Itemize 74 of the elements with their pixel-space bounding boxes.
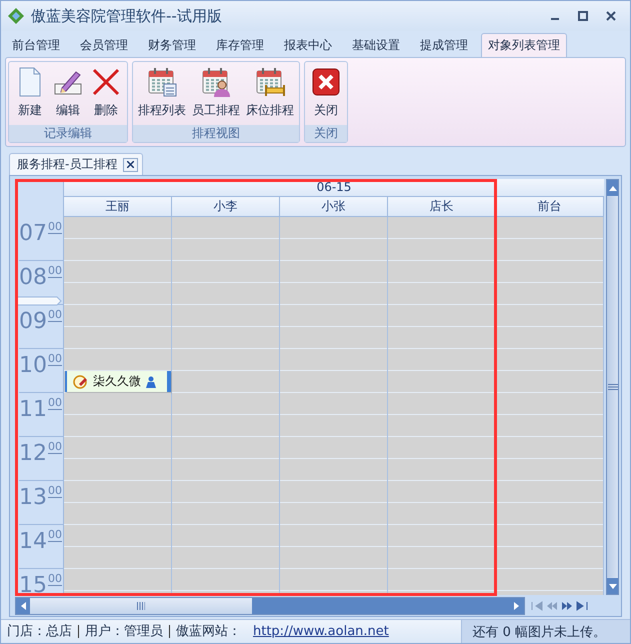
document-tab[interactable]: 服务排程-员工排程 bbox=[9, 153, 144, 175]
calendar-bed-icon bbox=[254, 66, 286, 98]
menu-tab[interactable]: 会员管理 bbox=[73, 33, 135, 57]
menu-tab[interactable]: 提成管理 bbox=[413, 33, 475, 57]
column-header: 店长 bbox=[388, 197, 496, 217]
minute-label: 00 bbox=[48, 309, 62, 322]
grip-icon bbox=[608, 384, 618, 390]
document-tab-label: 服务排程-员工排程 bbox=[17, 156, 118, 173]
ribbon-button[interactable]: 排程列表 bbox=[135, 62, 189, 125]
hour-label: 14 bbox=[19, 529, 47, 555]
minute-label: 00 bbox=[48, 221, 62, 234]
menu-tab[interactable]: 对象列表管理 bbox=[481, 33, 567, 57]
hour-label: 15 bbox=[19, 573, 47, 595]
hour-label: 07 bbox=[19, 221, 47, 247]
ribbon-button[interactable]: 员工排程 bbox=[189, 62, 243, 125]
column-header: 王丽 bbox=[64, 197, 172, 217]
upload-notice: 还有 0 幅图片未上传。 bbox=[472, 624, 606, 640]
app-logo-icon bbox=[7, 7, 25, 25]
down-arrow-icon bbox=[608, 584, 616, 588]
column-header: 前台 bbox=[496, 197, 604, 217]
note-icon bbox=[73, 374, 89, 390]
minute-label: 00 bbox=[48, 397, 62, 410]
menu-tab[interactable]: 前台管理 bbox=[5, 33, 67, 57]
close-icon bbox=[606, 11, 616, 21]
previous-page-icon[interactable] bbox=[546, 601, 558, 611]
appointment-label: 柒久久微 bbox=[93, 373, 141, 390]
tab-close-button[interactable] bbox=[123, 158, 138, 172]
menu-tab[interactable]: 报表中心 bbox=[277, 33, 339, 57]
column-header: 小李 bbox=[172, 197, 280, 217]
group-title: 记录编辑 bbox=[9, 125, 127, 142]
minute-label: 00 bbox=[48, 529, 62, 542]
group-title: 排程视图 bbox=[133, 125, 299, 142]
calendar-person-icon bbox=[200, 66, 232, 98]
vertical-scrollbar[interactable] bbox=[606, 179, 619, 595]
appointment[interactable]: 柒久久微 bbox=[65, 371, 171, 392]
next-page-icon[interactable] bbox=[561, 601, 573, 611]
delete-icon bbox=[90, 66, 122, 98]
status-text: 用户：管理员 bbox=[78, 625, 169, 638]
ribbon-button[interactable]: 新建 bbox=[11, 62, 49, 125]
horizontal-scrollbar[interactable] bbox=[15, 597, 525, 615]
close-icon bbox=[127, 161, 134, 168]
first-page-icon[interactable] bbox=[531, 601, 543, 611]
minimize-icon bbox=[551, 18, 559, 20]
grip-icon bbox=[137, 602, 145, 610]
minute-label: 00 bbox=[48, 485, 62, 498]
person-icon bbox=[145, 376, 157, 388]
hour-label: 12 bbox=[19, 441, 47, 467]
menu-tab[interactable]: 财务管理 bbox=[141, 33, 203, 57]
column-header: 小张 bbox=[280, 197, 388, 217]
minute-label: 00 bbox=[48, 353, 62, 366]
menu-tab[interactable]: 基础设置 bbox=[345, 33, 407, 57]
hour-label: 08 bbox=[19, 265, 47, 291]
hour-label: 09 bbox=[19, 309, 47, 335]
ribbon-button[interactable]: 删除 bbox=[87, 62, 125, 125]
menu-tab[interactable]: 库存管理 bbox=[209, 33, 271, 57]
ribbon-button[interactable]: 关闭 bbox=[307, 62, 345, 125]
status-text: 门店：总店 bbox=[6, 625, 73, 638]
last-page-icon[interactable] bbox=[576, 601, 588, 611]
minute-label: 00 bbox=[48, 265, 62, 278]
up-arrow-icon bbox=[608, 186, 616, 190]
status-text: 傲蓝网站： bbox=[169, 625, 247, 638]
window-title: 傲蓝美容院管理软件--试用版 bbox=[31, 6, 223, 26]
calendar-icon bbox=[146, 66, 178, 98]
minute-label: 00 bbox=[48, 573, 62, 586]
ribbon-button[interactable]: 编辑 bbox=[49, 62, 87, 125]
hour-label: 13 bbox=[19, 485, 47, 511]
minute-label: 00 bbox=[48, 441, 62, 454]
maximize-icon bbox=[578, 11, 588, 21]
hour-label: 11 bbox=[19, 397, 47, 423]
close-icon bbox=[310, 66, 342, 98]
group-title: 关闭 bbox=[305, 125, 347, 142]
hour-label: 10 bbox=[19, 353, 47, 379]
ribbon-button[interactable]: 床位排程 bbox=[243, 62, 297, 125]
website-link[interactable]: http://www.aolan.net bbox=[253, 624, 389, 639]
